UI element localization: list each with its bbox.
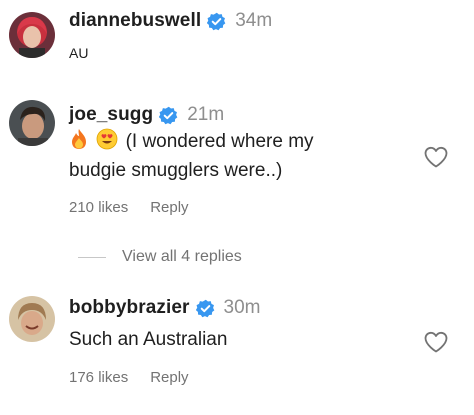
comment-bobbybrazier: bobbybrazier 30m Such an Australian 176 … xyxy=(0,0,474,415)
comment-text: Such an Australian xyxy=(69,329,228,350)
username[interactable]: bobbybrazier xyxy=(69,297,190,319)
likes-count[interactable]: 176 likes xyxy=(69,369,128,386)
comment-meta: 176 likes Reply xyxy=(69,369,189,386)
comment-header: bobbybrazier 30m xyxy=(69,297,260,319)
comment-time: 30m xyxy=(223,297,261,318)
verified-badge-icon xyxy=(195,299,215,318)
avatar[interactable] xyxy=(9,296,55,342)
like-heart-icon[interactable] xyxy=(423,330,449,354)
reply-button[interactable]: Reply xyxy=(150,369,188,386)
